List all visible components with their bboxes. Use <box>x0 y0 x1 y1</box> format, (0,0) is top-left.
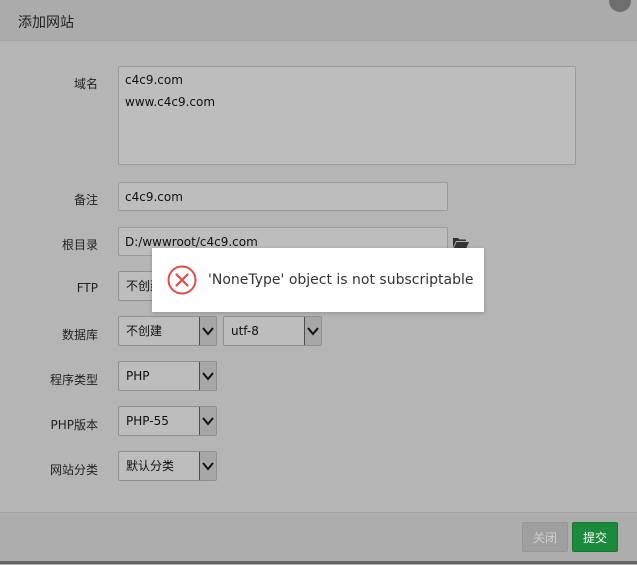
error-message: 'NoneType' object is not subscriptable <box>208 272 474 288</box>
root-dir-value: D:/wwwroot/c4c9.com <box>125 235 258 249</box>
dialog-footer: 关闭 提交 <box>0 512 637 565</box>
chevron-down-icon <box>199 452 216 480</box>
close-dialog-icon[interactable] <box>609 0 631 12</box>
site-category-select-value: 默认分类 <box>126 459 175 473</box>
dialog-titlebar: 添加网站 <box>0 0 637 41</box>
error-circle-x-icon <box>167 265 197 295</box>
php-version-select-value: PHP-55 <box>126 414 169 428</box>
submit-button[interactable]: 提交 <box>572 522 618 552</box>
charset-select[interactable]: utf-8 <box>223 316 322 346</box>
database-select[interactable]: 不创建 <box>118 316 217 346</box>
root-dir-label: 根目录 <box>61 238 98 252</box>
add-site-dialog: 添加网站 域名 c4c9.com www.c4c9.com 备注 c4c9.co… <box>0 0 637 565</box>
chevron-down-icon <box>199 407 216 435</box>
close-button[interactable]: 关闭 <box>522 522 568 552</box>
chevron-down-icon <box>199 362 216 390</box>
dialog-title: 添加网站 <box>18 15 74 31</box>
chevron-down-icon <box>304 317 321 345</box>
database-label: 数据库 <box>61 328 98 342</box>
domain-label: 域名 <box>73 77 98 91</box>
error-toast: 'NoneType' object is not subscriptable <box>152 248 484 312</box>
domain-textarea[interactable]: c4c9.com www.c4c9.com <box>118 66 576 165</box>
site-category-label: 网站分类 <box>49 463 98 477</box>
remark-input[interactable]: c4c9.com <box>118 182 448 211</box>
chevron-down-icon <box>199 317 216 345</box>
remark-label: 备注 <box>73 193 98 207</box>
site-category-select[interactable]: 默认分类 <box>118 451 217 481</box>
domain-line: www.c4c9.com <box>125 95 216 109</box>
php-version-select[interactable]: PHP-55 <box>118 406 217 436</box>
domain-line: c4c9.com <box>125 73 183 87</box>
charset-select-value: utf-8 <box>231 324 259 338</box>
remark-value: c4c9.com <box>125 190 183 204</box>
database-select-value: 不创建 <box>126 324 163 338</box>
program-type-select-value: PHP <box>126 369 150 383</box>
ftp-label: FTP <box>76 281 98 295</box>
php-version-label: PHP版本 <box>50 418 99 432</box>
program-type-label: 程序类型 <box>49 373 98 387</box>
program-type-select[interactable]: PHP <box>118 361 217 391</box>
